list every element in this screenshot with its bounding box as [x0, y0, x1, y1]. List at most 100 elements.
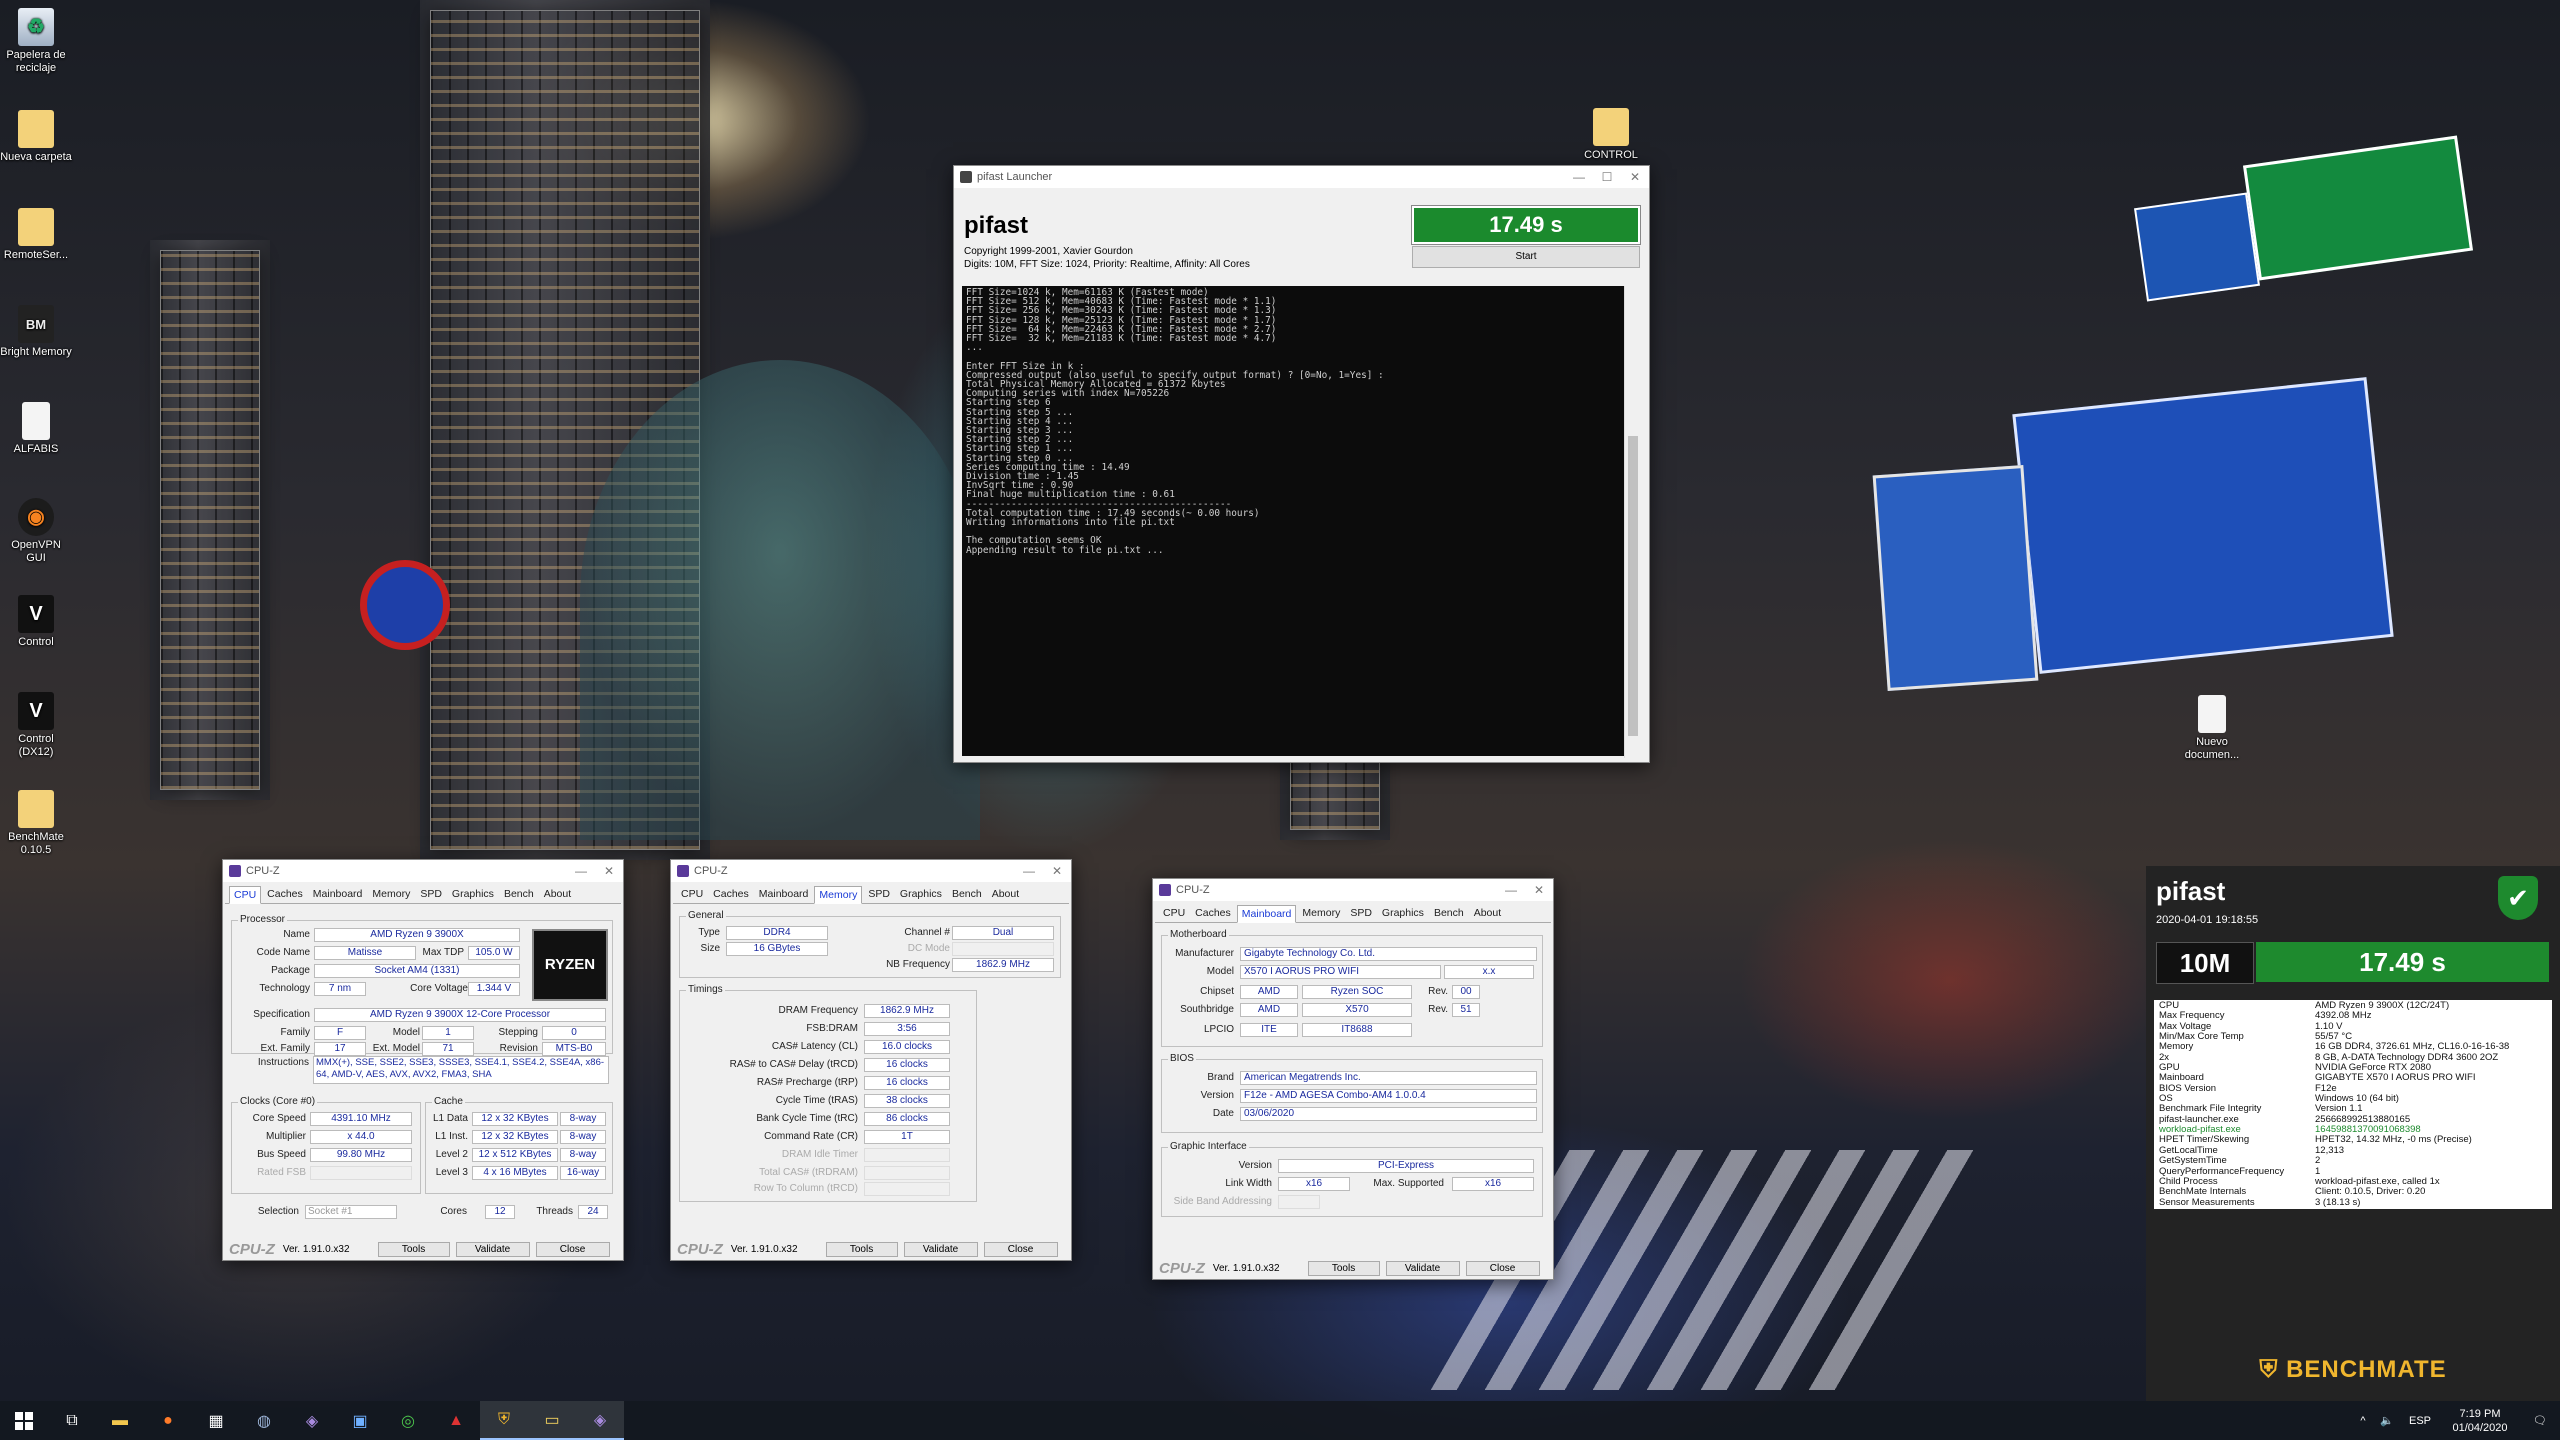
desktop-icon-control[interactable]: V Control: [0, 595, 72, 649]
maximize-icon[interactable]: ☐: [1593, 170, 1621, 184]
validate-button[interactable]: Validate: [1385, 1260, 1460, 1276]
clocks-group: Clocks (Core #0) Core Speed 4391.10 MHz …: [231, 1096, 421, 1194]
cpuz-footer: CPU-Z Ver. 1.91.0.x32 Tools Validate Clo…: [223, 1238, 623, 1260]
processor-group: Processor Name AMD Ryzen 9 3900X Code Na…: [231, 914, 613, 1056]
desktop-icon-control-dx12[interactable]: V Control (DX12): [0, 692, 72, 759]
xbox-icon[interactable]: ◎: [384, 1401, 432, 1440]
desktop-icon-nueva-carpeta[interactable]: Nueva carpeta: [0, 110, 72, 164]
tray-chevron-icon[interactable]: ^: [2352, 1415, 2374, 1427]
calculator-icon[interactable]: ▦: [192, 1401, 240, 1440]
tab-memory[interactable]: Memory: [368, 886, 414, 903]
tab-mainboard[interactable]: Mainboard: [755, 886, 813, 903]
tab-bench[interactable]: Bench: [500, 886, 538, 903]
desktop-icon-nuevo-documento[interactable]: Nuevo documen...: [2176, 695, 2248, 762]
tab-spd[interactable]: SPD: [416, 886, 446, 903]
cpuz-footer: CPU-Z Ver. 1.91.0.x32 Tools Validate Clo…: [1153, 1257, 1553, 1279]
tab-caches[interactable]: Caches: [1191, 905, 1235, 922]
folder-icon: [18, 790, 54, 828]
tab-cpu[interactable]: CPU: [677, 886, 707, 903]
tab-mainboard[interactable]: Mainboard: [309, 886, 367, 903]
app-red-icon[interactable]: ▲: [432, 1401, 480, 1440]
tab-cpu[interactable]: CPU: [1159, 905, 1189, 922]
tab-spd[interactable]: SPD: [864, 886, 894, 903]
tab-about[interactable]: About: [540, 886, 575, 903]
cpuz-icon: [229, 865, 241, 877]
tab-bench[interactable]: Bench: [948, 886, 986, 903]
close-icon[interactable]: ✕: [1621, 170, 1649, 184]
general-group: General Type DDR4 Channel # Dual Size 16…: [679, 910, 1061, 978]
desktop-icon-recycle-bin[interactable]: ♻ Papelera de reciclaje: [0, 8, 72, 75]
cpuz-titlebar: CPU-Z — ✕: [223, 860, 623, 882]
tab-spd[interactable]: SPD: [1346, 905, 1376, 922]
console-scrollbar[interactable]: [1624, 286, 1641, 758]
tab-memory[interactable]: Memory: [1298, 905, 1344, 922]
benchmate-details: CPU AMD Ryzen 9 3900X (12C/24T) Max Frequ…: [2154, 1000, 2552, 1209]
desktop-icon-bright-memory[interactable]: BM Bright Memory: [0, 305, 72, 359]
benchmate-variant: 10M: [2156, 942, 2254, 984]
pifast-launcher-window: pifast Launcher — ☐ ✕ pifast Copyright 1…: [953, 165, 1650, 763]
clock[interactable]: 7:19 PM 01/04/2020: [2440, 1407, 2520, 1435]
tab-mainboard[interactable]: Mainboard: [1236, 905, 1297, 923]
document-icon: [22, 402, 50, 440]
file-explorer-icon[interactable]: ▬: [96, 1401, 144, 1440]
shield-icon: ⛨: [2259, 1356, 2279, 1383]
benchmate-time: 17.49 s: [2256, 942, 2549, 982]
socket-select[interactable]: Socket #1: [305, 1205, 397, 1219]
tools-button[interactable]: Tools: [1307, 1260, 1380, 1276]
start-button[interactable]: Start: [1412, 246, 1640, 268]
firefox-icon[interactable]: ●: [144, 1401, 192, 1440]
app-title: pifast: [964, 212, 1029, 239]
minimize-icon[interactable]: —: [1497, 883, 1525, 897]
desktop-icon-alfabis[interactable]: ALFABIS: [0, 402, 72, 456]
close-icon[interactable]: ✕: [1525, 883, 1553, 897]
tab-graphics[interactable]: Graphics: [448, 886, 498, 903]
desktop-icon-control-folder[interactable]: CONTROL: [1575, 108, 1647, 162]
app-icon: [960, 171, 972, 183]
close-button[interactable]: Close: [535, 1241, 610, 1257]
validate-button[interactable]: Validate: [903, 1241, 978, 1257]
run-info: Digits: 10M, FFT Size: 1024, Priority: R…: [964, 259, 1250, 270]
notification-icon[interactable]: 🗨: [2520, 1414, 2560, 1427]
start-button[interactable]: [0, 1401, 48, 1440]
minimize-icon[interactable]: —: [567, 864, 595, 878]
close-button[interactable]: Close: [983, 1241, 1058, 1257]
cpuz-icon: [677, 865, 689, 877]
window-app-icon[interactable]: ▣: [336, 1401, 384, 1440]
tab-memory[interactable]: Memory: [814, 886, 863, 904]
close-button[interactable]: Close: [1465, 1260, 1540, 1276]
document-icon: [2198, 695, 2226, 733]
tab-cpu[interactable]: CPU: [229, 886, 262, 904]
bios-group: BIOS Brand American Megatrends Inc. Vers…: [1161, 1053, 1543, 1133]
task-view-icon[interactable]: ⧉: [48, 1401, 96, 1440]
desktop-icon-remoteser[interactable]: RemoteSer...: [0, 208, 72, 262]
validate-button[interactable]: Validate: [455, 1241, 530, 1257]
tab-bench[interactable]: Bench: [1430, 905, 1468, 922]
tab-graphics[interactable]: Graphics: [1378, 905, 1428, 922]
tab-caches[interactable]: Caches: [709, 886, 753, 903]
desktop-icon-benchmate[interactable]: BenchMate 0.10.5: [0, 790, 72, 857]
close-icon[interactable]: ✕: [1043, 864, 1071, 878]
timings-group: Timings DRAM Frequency 1862.9 MHz FSB:DR…: [679, 984, 977, 1202]
language-indicator[interactable]: ESP: [2400, 1415, 2440, 1427]
minimize-icon[interactable]: —: [1015, 864, 1043, 878]
benchmate-taskbar-icon[interactable]: ⛨: [480, 1401, 528, 1440]
cpuz-taskbar-icon[interactable]: ◈: [288, 1401, 336, 1440]
app-icon: V: [18, 595, 54, 633]
cpu-corevoltage: 1.344 V: [468, 982, 520, 996]
tab-graphics[interactable]: Graphics: [896, 886, 946, 903]
pifast-taskbar-icon[interactable]: ▭: [528, 1401, 576, 1440]
tab-about[interactable]: About: [988, 886, 1023, 903]
cpuz-active-taskbar-icon[interactable]: ◈: [576, 1401, 624, 1440]
tools-button[interactable]: Tools: [377, 1241, 450, 1257]
steam-icon[interactable]: ◍: [240, 1401, 288, 1440]
minimize-icon[interactable]: —: [1565, 170, 1593, 184]
tab-caches[interactable]: Caches: [263, 886, 307, 903]
graphic-interface-group: Graphic Interface Version PCI-Express Li…: [1161, 1141, 1543, 1217]
cpu-codename: Matisse: [314, 946, 416, 960]
tab-about[interactable]: About: [1470, 905, 1505, 922]
desktop-icon-openvpn[interactable]: ◉ OpenVPN GUI: [0, 498, 72, 565]
tools-button[interactable]: Tools: [825, 1241, 898, 1257]
close-icon[interactable]: ✕: [595, 864, 623, 878]
app-icon: V: [18, 692, 54, 730]
volume-icon[interactable]: 🔈: [2374, 1414, 2400, 1427]
